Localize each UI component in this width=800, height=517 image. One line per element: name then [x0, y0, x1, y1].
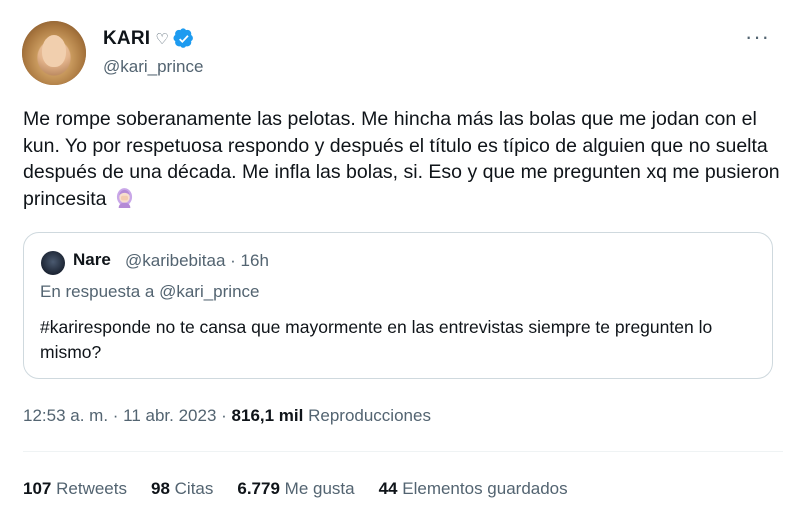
tweet-stats: 107 Retweets 98 Citas 6.779 Me gusta 44 …: [23, 479, 592, 499]
heart-emoji-icon: ♡: [155, 31, 169, 48]
views-label: Reproducciones: [303, 406, 431, 425]
tweet-text: Me rompe soberanamente las pelotas. Me h…: [23, 106, 783, 212]
tweet-timestamp[interactable]: 12:53 a. m. · 11 abr. 2023 ·: [23, 406, 232, 425]
quoted-reply-context: En respuesta a @kari_prince: [40, 282, 260, 301]
avatar-face: [42, 35, 66, 67]
author-avatar[interactable]: [22, 21, 86, 85]
stat-label: Elementos guardados: [402, 479, 568, 498]
stat-quotes[interactable]: 98 Citas: [151, 479, 213, 499]
more-options-icon[interactable]: ···: [745, 26, 770, 48]
stat-retweets[interactable]: 107 Retweets: [23, 479, 127, 499]
verified-badge-icon[interactable]: [173, 28, 195, 50]
stat-number: 44: [378, 479, 398, 498]
tweet-body: Me rompe soberanamente las pelotas. Me h…: [23, 108, 780, 210]
views-count: 816,1 mil: [231, 406, 304, 425]
quoted-author-handle-time: @karibebitaa · 16h: [125, 251, 269, 270]
display-name-text: KARI: [103, 28, 151, 49]
divider: [23, 451, 783, 452]
tweet-meta: 12:53 a. m. · 11 abr. 2023 · 816,1 mil R…: [23, 406, 431, 426]
stat-label: Me gusta: [284, 479, 355, 498]
stat-number: 107: [23, 479, 52, 498]
author-handle[interactable]: @kari_prince: [103, 57, 203, 77]
quoted-tweet-card[interactable]: Nare @karibebitaa · 16h En respuesta a @…: [23, 232, 773, 379]
stat-likes[interactable]: 6.779 Me gusta: [237, 479, 354, 499]
stat-number: 98: [150, 479, 170, 498]
quoted-tweet-text: #kariresponde no te cansa que mayormente…: [40, 317, 713, 362]
stat-number: 6.779: [237, 479, 280, 498]
quoted-author-avatar[interactable]: [41, 251, 65, 275]
woman-facepalming-emoji-icon: [116, 187, 132, 208]
quoted-author-name[interactable]: Nare: [73, 250, 111, 270]
stat-label: Retweets: [56, 479, 127, 498]
stat-bookmarks[interactable]: 44 Elementos guardados: [379, 479, 568, 499]
author-display-name[interactable]: KARI ♡: [103, 28, 195, 50]
stat-label: Citas: [174, 479, 214, 498]
